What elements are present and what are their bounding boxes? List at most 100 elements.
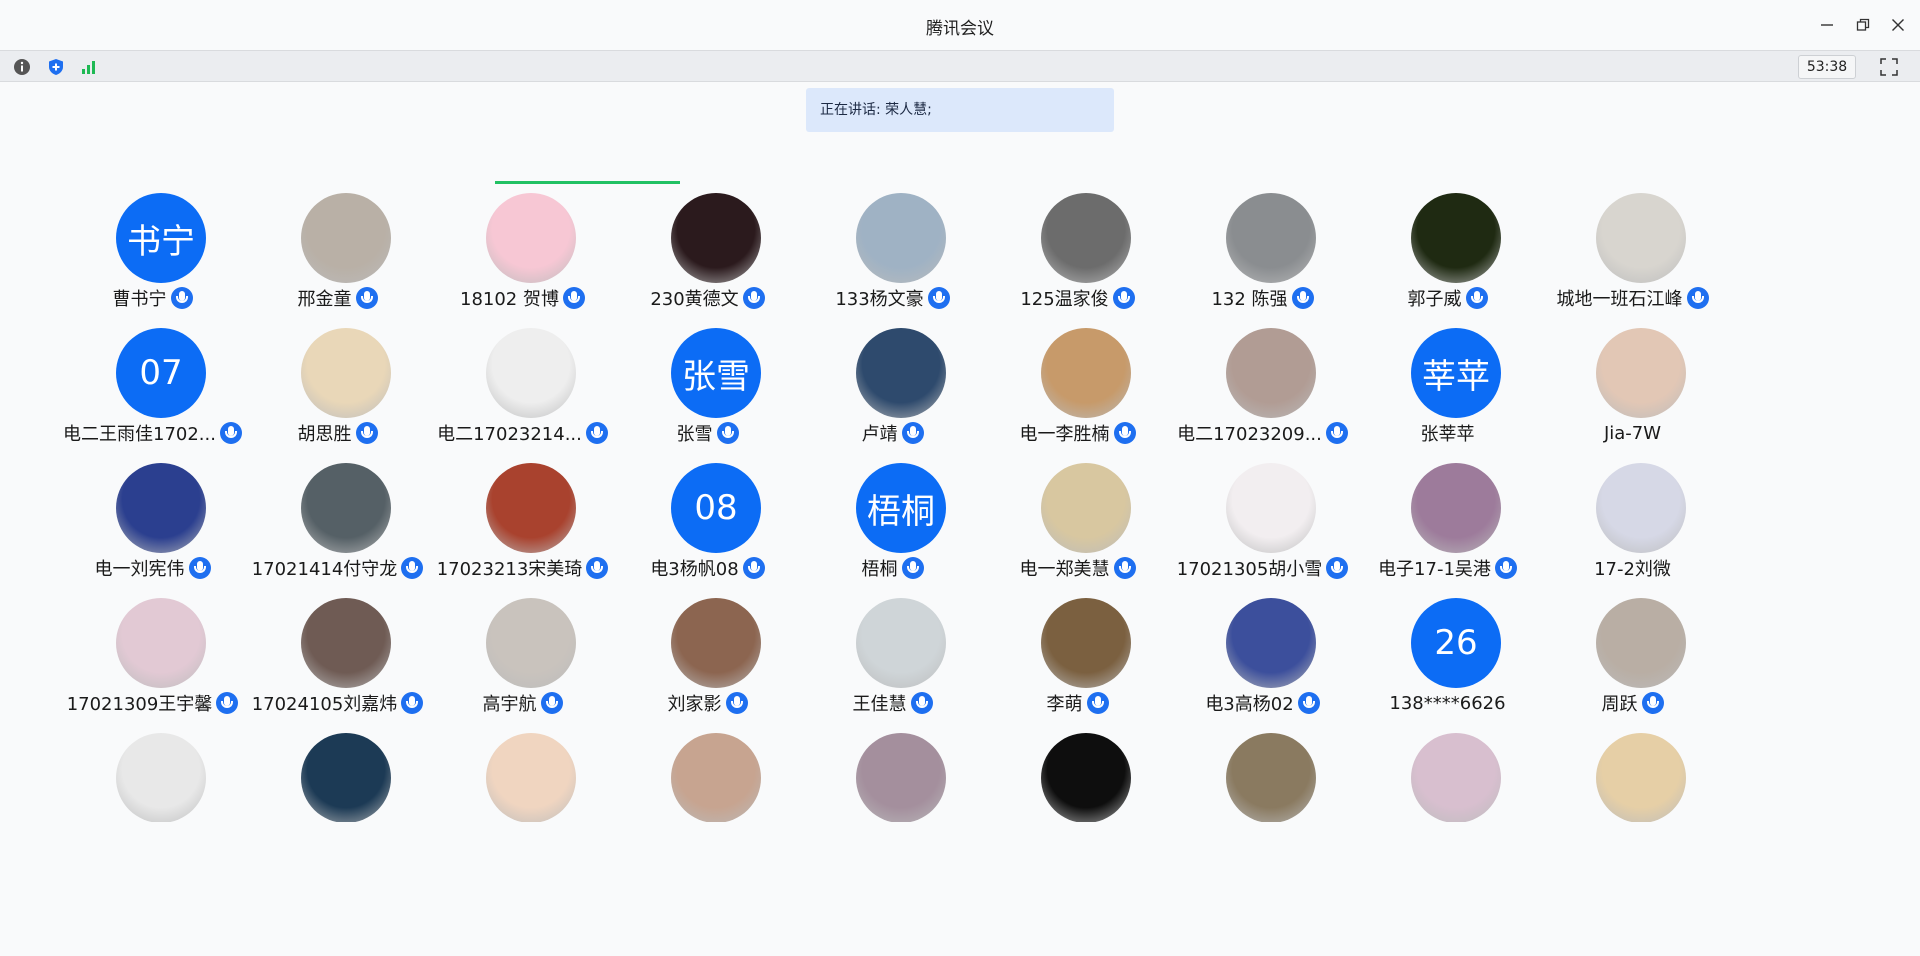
participant-tile[interactable]: 07 电二王雨佳1702... — [60, 328, 245, 448]
participant-name: 17-2刘微 — [1594, 559, 1671, 580]
avatar — [486, 733, 576, 822]
participant-name: 133杨文豪 — [835, 289, 924, 310]
avatar: 26 — [1411, 598, 1501, 688]
participant-tile[interactable] — [60, 733, 245, 822]
avatar — [1411, 193, 1501, 283]
participant-tile[interactable]: 26 138****6626 — [1355, 598, 1540, 718]
avatar — [1411, 733, 1501, 822]
participant-name: 132 陈强 — [1211, 289, 1288, 310]
participant-tile[interactable]: 230黄德文 — [615, 193, 800, 313]
participant-tile[interactable]: 王佳慧 — [800, 598, 985, 718]
participant-name: 卢靖 — [861, 424, 898, 445]
participant-tile[interactable]: 胡思胜 — [245, 328, 430, 448]
participant-tile[interactable]: 周跃 — [1540, 598, 1725, 718]
participant-tile[interactable]: 梧桐 梧桐 — [800, 463, 985, 583]
participant-tile[interactable]: 17024105刘嘉炜 — [245, 598, 430, 718]
participant-tile[interactable]: 邢金童 — [245, 193, 430, 313]
participant-tile[interactable]: 132 陈强 — [1170, 193, 1355, 313]
microphone-icon — [1494, 557, 1517, 579]
participant-tile[interactable]: 电一刘宪伟 — [60, 463, 245, 583]
participant-tile[interactable]: 莘苹 张莘苹 — [1355, 328, 1540, 448]
microphone-icon — [355, 422, 378, 444]
participant-tile[interactable]: 17021309王宇馨 — [60, 598, 245, 718]
participant-name: 王佳慧 — [852, 694, 907, 715]
participant-tile[interactable]: 17023213宋美琦 — [430, 463, 615, 583]
avatar-initials: 莘苹 — [1422, 356, 1490, 397]
avatar — [301, 598, 391, 688]
avatar — [671, 598, 761, 688]
participant-name-row: 城地一班石江峰 — [1520, 286, 1745, 310]
participant-tile[interactable] — [430, 733, 615, 822]
participant-name: 刘家影 — [667, 694, 722, 715]
participant-tile[interactable]: 城地一班石江峰 — [1540, 193, 1725, 313]
participant-tile[interactable]: 18102 贺博 — [430, 193, 615, 313]
participant-name: 胡思胜 — [297, 424, 352, 445]
participant-tile[interactable]: 电一李胜楠 — [985, 328, 1170, 448]
participant-tile[interactable] — [1355, 733, 1540, 822]
participant-tile[interactable]: 17-2刘微 — [1540, 463, 1725, 583]
microphone-icon — [355, 287, 378, 309]
participant-tile[interactable] — [1170, 733, 1355, 822]
participant-name: 周跃 — [1601, 694, 1638, 715]
participant-tile[interactable]: 郭子威 — [1355, 193, 1540, 313]
avatar — [1596, 598, 1686, 688]
participant-name: 17021305胡小雪 — [1176, 559, 1323, 580]
participant-tile[interactable]: 李萌 — [985, 598, 1170, 718]
participant-tile[interactable]: 卢靖 — [800, 328, 985, 448]
participant-tile[interactable] — [985, 733, 1170, 822]
participant-name: 17021309王宇馨 — [66, 694, 213, 715]
participant-name: 张雪 — [676, 424, 713, 445]
participant-tile[interactable]: 高宇航 — [430, 598, 615, 718]
participant-name: 电一刘宪伟 — [94, 559, 185, 580]
avatar-initials: 26 — [1434, 623, 1478, 663]
avatar — [1041, 193, 1131, 283]
participant-tile[interactable]: 电二17023209... — [1170, 328, 1355, 448]
participant-tile[interactable]: 电子17-1吴港 — [1355, 463, 1540, 583]
participant-name: 郭子威 — [1407, 289, 1462, 310]
participant-tile[interactable] — [245, 733, 430, 822]
avatar — [116, 733, 206, 822]
avatar — [486, 328, 576, 418]
participant-name: 电一郑美慧 — [1019, 559, 1110, 580]
microphone-icon — [1113, 422, 1136, 444]
participant-tile[interactable]: 125温家俊 — [985, 193, 1170, 313]
participant-name: 电3杨帆08 — [650, 559, 739, 580]
avatar — [116, 598, 206, 688]
participant-name: 138****6626 — [1389, 692, 1506, 714]
microphone-icon — [1686, 287, 1709, 309]
participant-tile[interactable]: 17021305胡小雪 — [1170, 463, 1355, 583]
participant-name: 曹书宁 — [112, 289, 167, 310]
avatar — [856, 193, 946, 283]
microphone-icon — [1291, 287, 1314, 309]
participant-tile[interactable] — [615, 733, 800, 822]
participant-tile[interactable]: 电3高杨02 — [1170, 598, 1355, 718]
participant-name: 17023213宋美琦 — [436, 559, 583, 580]
participant-tile[interactable]: Jia-7W — [1540, 328, 1725, 448]
participant-name: 18102 贺博 — [460, 289, 559, 310]
avatar — [486, 598, 576, 688]
participant-tile[interactable]: 书宁曹书宁 — [60, 193, 245, 313]
microphone-icon — [1113, 557, 1136, 579]
participant-tile[interactable] — [800, 733, 985, 822]
participant-name: 125温家俊 — [1020, 289, 1109, 310]
participant-tile[interactable]: 张雪 张雪 — [615, 328, 800, 448]
participant-tile[interactable]: 电二17023214... — [430, 328, 615, 448]
participant-name: 电二17023209... — [1177, 424, 1322, 445]
participant-tile[interactable] — [1540, 733, 1725, 822]
participant-tile[interactable]: 08 电3杨帆08 — [615, 463, 800, 583]
microphone-icon — [1112, 287, 1135, 309]
participant-tile[interactable]: 电一郑美慧 — [985, 463, 1170, 583]
participant-name: 邢金童 — [297, 289, 352, 310]
participant-tile[interactable]: 17021414付守龙 — [245, 463, 430, 583]
avatar — [1596, 733, 1686, 822]
avatar — [486, 463, 576, 553]
microphone-icon — [716, 422, 739, 444]
avatar-initials: 书宁 — [127, 221, 195, 262]
avatar: 张雪 — [671, 328, 761, 418]
participant-name: 城地一班石江峰 — [1556, 289, 1683, 310]
participant-tile[interactable]: 133杨文豪 — [800, 193, 985, 313]
participant-tile[interactable]: 刘家影 — [615, 598, 800, 718]
participant-name-row: 周跃 — [1520, 691, 1745, 715]
participant-name: 张莘苹 — [1420, 424, 1475, 445]
microphone-icon — [901, 557, 924, 579]
